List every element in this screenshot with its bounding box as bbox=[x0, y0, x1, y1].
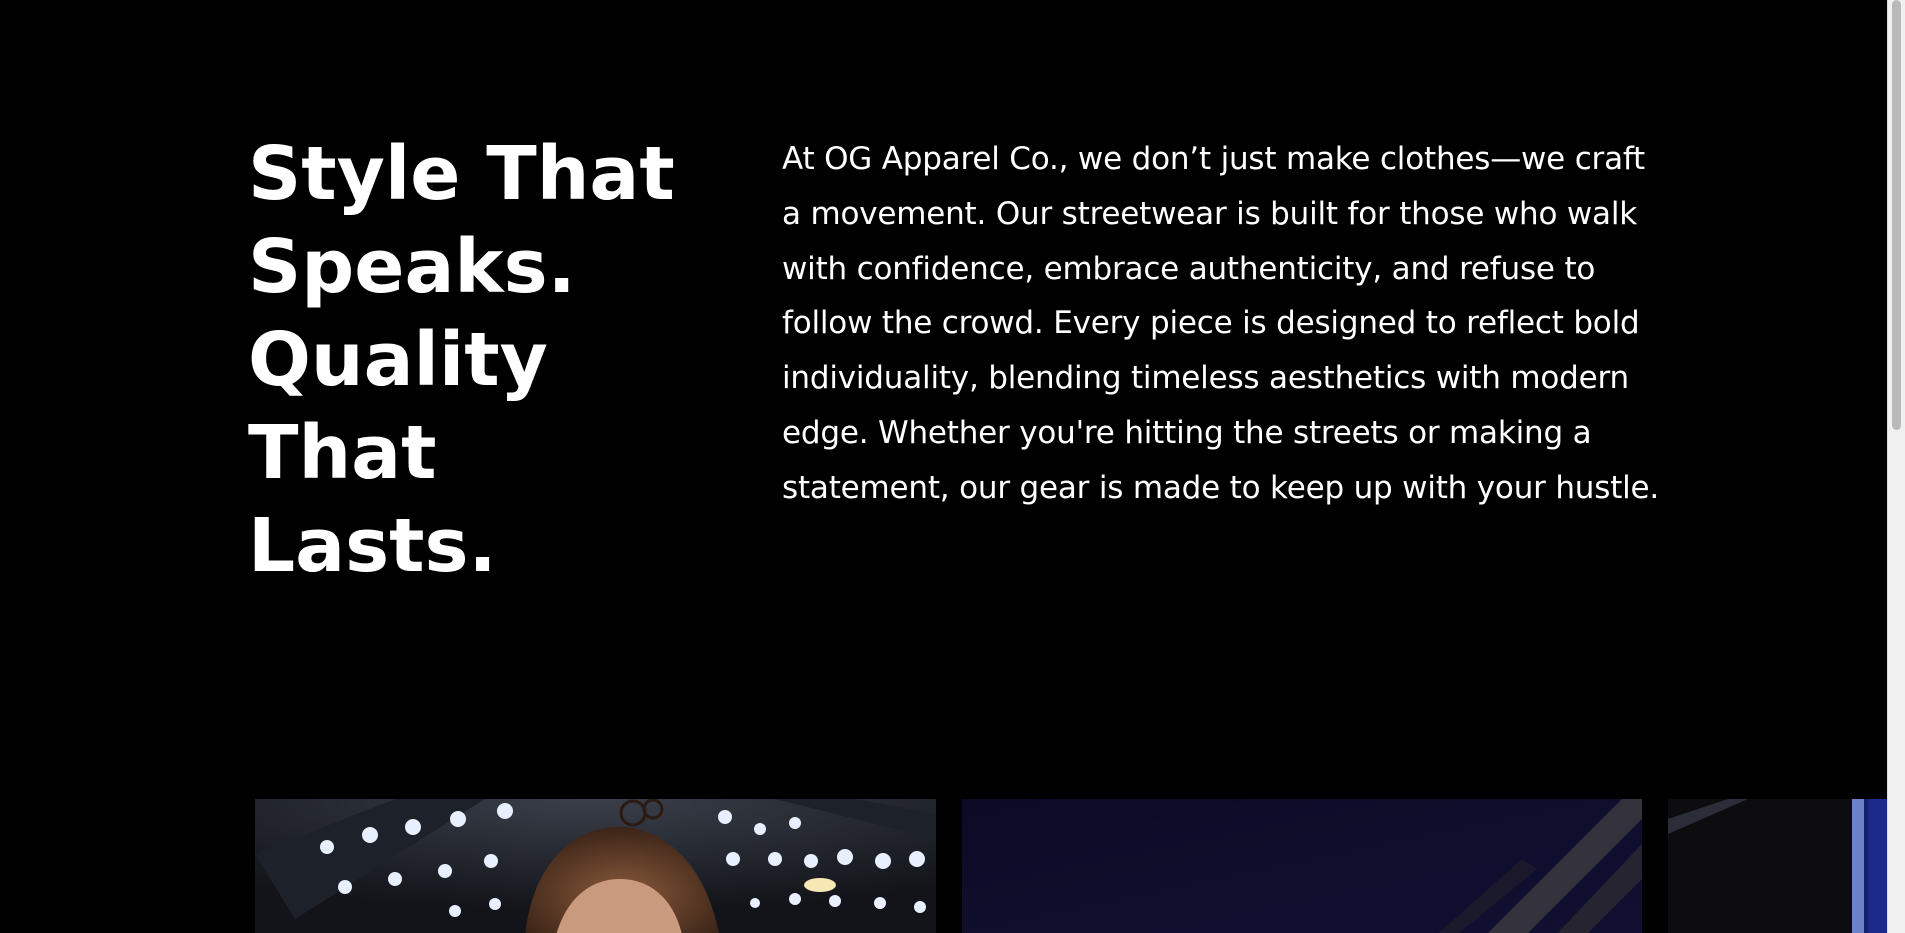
headline-line: Style That bbox=[248, 131, 675, 217]
runway-model-photo bbox=[255, 799, 936, 933]
gallery-image-runway-model[interactable] bbox=[255, 799, 936, 933]
brand-description: At OG Apparel Co., we don’t just make cl… bbox=[782, 141, 1660, 506]
headline-line: Speaks. bbox=[248, 224, 576, 310]
night-street-photo bbox=[962, 799, 1642, 933]
headline-line: Quality bbox=[248, 317, 548, 403]
headline-line: Lasts. bbox=[248, 503, 497, 589]
section-headline: Style That Speaks. Quality That Lasts. bbox=[248, 128, 718, 593]
blue-lights-photo bbox=[1668, 799, 1887, 933]
vertical-scrollbar[interactable] bbox=[1887, 0, 1905, 933]
scrollbar-thumb[interactable] bbox=[1892, 0, 1901, 430]
brand-intro-section: Style That Speaks. Quality That Lasts. A… bbox=[248, 128, 1659, 608]
headline-line: That bbox=[248, 410, 437, 496]
gallery-image-night-street[interactable] bbox=[962, 799, 1642, 933]
page-viewport: Style That Speaks. Quality That Lasts. A… bbox=[0, 0, 1887, 933]
gallery-image-blue-lights[interactable] bbox=[1668, 799, 1887, 933]
image-gallery bbox=[255, 799, 1887, 933]
